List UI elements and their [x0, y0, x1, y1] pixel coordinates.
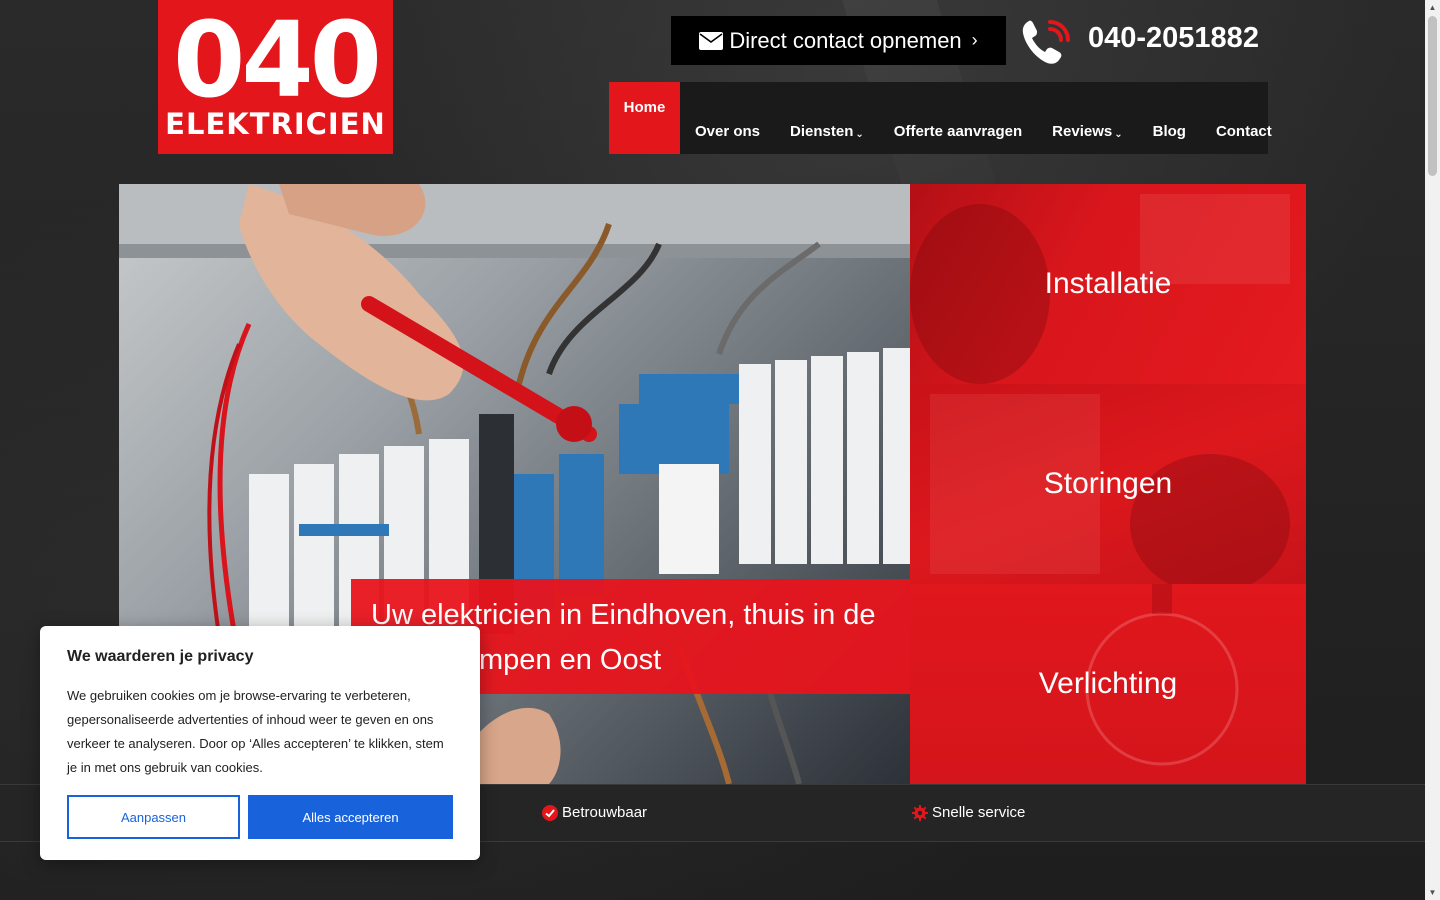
nav-home-label: Home — [623, 99, 666, 116]
chevron-down-icon: ⌄ — [1114, 129, 1123, 140]
cookie-title: We waarderen je privacy — [67, 648, 254, 665]
chevron-right-icon: › — [971, 30, 978, 50]
tile-verlichting[interactable]: Verlichting — [910, 584, 1306, 784]
logo-number: 040 — [172, 0, 382, 121]
phone-number[interactable]: 040-2051882 — [1088, 22, 1259, 55]
feature-snelle-service: Snelle service — [912, 804, 1025, 821]
nav-contact-label: Contact — [1215, 123, 1272, 140]
tile-storingen[interactable]: Storingen — [910, 384, 1306, 584]
chevron-down-icon: ⌄ — [855, 129, 864, 140]
site-logo[interactable]: 040 ELEKTRICIEN — [158, 0, 393, 154]
envelope-icon — [699, 31, 724, 50]
cookie-customize-button[interactable]: Aanpassen — [67, 795, 240, 839]
scroll-up-arrow-icon[interactable]: ▲ — [1425, 0, 1440, 15]
cookie-consent-dialog: We waarderen je privacy We gebruiken coo… — [40, 626, 480, 860]
feature-betrouwbaar-label: Betrouwbaar — [562, 804, 648, 821]
page-scrollbar[interactable]: ▲ ▼ — [1425, 0, 1440, 900]
direct-contact-button[interactable]: Direct contact opnemen › — [671, 16, 1006, 65]
nav-offerte-aanvragen[interactable]: Offerte aanvragen — [879, 82, 1037, 154]
logo-word: ELEKTRICIEN — [165, 107, 386, 141]
phone-icon — [1022, 20, 1070, 64]
nav-over-ons[interactable]: Over ons — [680, 82, 775, 154]
nav-offerte-label: Offerte aanvragen — [893, 123, 1023, 140]
nav-diensten-label: Diensten — [790, 123, 854, 140]
tile-installatie[interactable]: Installatie — [910, 184, 1306, 384]
nav-reviews-label: Reviews — [1052, 123, 1113, 140]
nav-over-ons-label: Over ons — [695, 123, 761, 140]
nav-home[interactable]: Home — [609, 82, 680, 154]
feature-snelle-service-label: Snelle service — [932, 804, 1026, 821]
nav-diensten[interactable]: Diensten ⌄ — [775, 82, 879, 154]
cookie-text: We gebruiken cookies om je browse-ervari… — [67, 688, 444, 775]
nav-blog[interactable]: Blog — [1138, 82, 1201, 154]
tile-installatie-label: Installatie — [1044, 267, 1172, 300]
feature-betrouwbaar: Betrouwbaar — [542, 804, 647, 821]
gear-icon — [912, 804, 928, 821]
scroll-thumb[interactable] — [1428, 16, 1437, 176]
nav-contact[interactable]: Contact — [1201, 82, 1287, 154]
tile-storingen-label: Storingen — [1043, 467, 1173, 500]
direct-contact-label: Direct contact opnemen — [729, 27, 962, 53]
scroll-down-arrow-icon[interactable]: ▼ — [1425, 885, 1440, 900]
nav-reviews[interactable]: Reviews ⌄ — [1037, 82, 1137, 154]
nav-blog-label: Blog — [1152, 123, 1186, 140]
tile-verlichting-label: Verlichting — [1038, 667, 1178, 700]
check-circle-icon — [542, 804, 558, 821]
main-navigation: Home Over ons Diensten ⌄ Offerte aanvrage… — [609, 82, 1272, 154]
cookie-accept-all-button[interactable]: Alles accepteren — [248, 795, 453, 839]
